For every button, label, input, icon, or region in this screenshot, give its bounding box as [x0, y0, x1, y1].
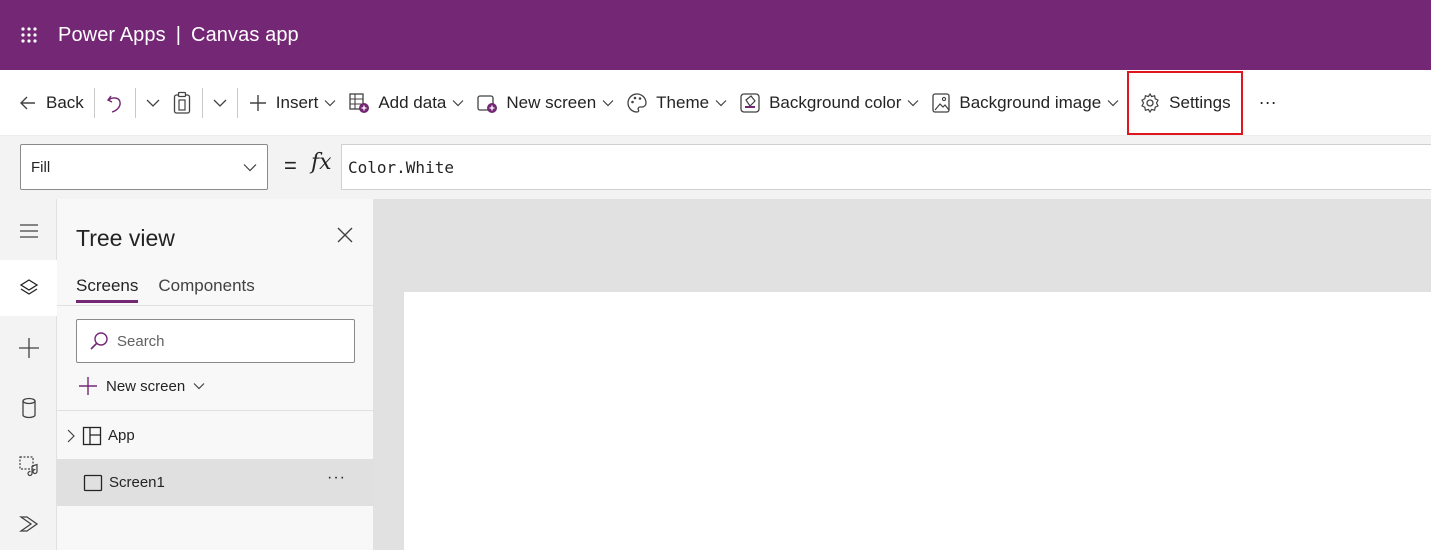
power-automate-rail-button[interactable] — [0, 496, 57, 550]
more-commands-button[interactable]: ··· — [1253, 83, 1283, 123]
equals-sign: = — [284, 153, 297, 178]
app-icon — [82, 426, 102, 445]
app-type: Canvas app — [191, 23, 299, 46]
paint-bucket-icon — [740, 92, 760, 113]
settings-label: Settings — [1169, 92, 1231, 112]
screen-icon — [83, 474, 103, 491]
add-data-button[interactable]: Add data — [342, 83, 470, 123]
tree-new-screen-button[interactable]: New screen — [78, 376, 205, 396]
plus-icon — [79, 377, 97, 395]
undo-button[interactable] — [99, 83, 131, 123]
media-rail-button[interactable] — [0, 438, 57, 494]
background-color-label: Background color — [769, 92, 902, 112]
background-color-button[interactable]: Background color — [733, 83, 925, 123]
tree-view-rail-button[interactable] — [0, 260, 57, 316]
hamburger-menu-button[interactable] — [0, 203, 57, 259]
divider — [134, 87, 136, 118]
chevron-down-icon — [213, 99, 227, 107]
close-tree-view-button[interactable] — [335, 225, 355, 250]
divider — [57, 305, 374, 306]
tree-view-tabs: Screens Components — [76, 276, 255, 303]
add-data-label: Add data — [378, 92, 447, 112]
paste-dropdown-button[interactable] — [207, 83, 233, 123]
chevron-down-icon — [193, 383, 205, 390]
paste-button[interactable] — [166, 83, 198, 123]
canvas-area — [374, 199, 1431, 550]
undo-dropdown-button[interactable] — [140, 83, 166, 123]
divider — [57, 410, 374, 411]
chevron-down-icon — [715, 99, 727, 106]
chevron-right-icon[interactable] — [66, 429, 76, 443]
formula-input[interactable]: Color.White — [341, 144, 1431, 190]
divider — [201, 87, 203, 118]
media-icon — [18, 456, 38, 477]
theme-label: Theme — [656, 92, 710, 112]
data-rail-button[interactable] — [0, 380, 57, 436]
theme-button[interactable]: Theme — [620, 83, 733, 123]
database-icon — [21, 397, 36, 419]
back-label: Back — [46, 92, 84, 112]
divider — [93, 87, 95, 118]
chevron-down-icon — [452, 99, 464, 106]
formula-bar: Fill = fx Color.White — [0, 136, 1431, 199]
screen-more-options-button[interactable]: ··· — [327, 469, 346, 487]
chevron-down-icon — [324, 99, 336, 106]
settings-button[interactable]: Settings — [1127, 70, 1243, 135]
app-launcher-waffle-icon[interactable] — [0, 0, 58, 70]
background-image-label: Background image — [959, 92, 1102, 112]
insert-rail-button[interactable] — [0, 320, 57, 376]
left-rail — [0, 199, 57, 550]
search-input[interactable] — [117, 332, 337, 350]
tree-view-title: Tree view — [76, 225, 175, 251]
undo-icon — [106, 95, 121, 113]
tree-item-app[interactable]: App — [57, 412, 374, 459]
chevron-down-icon — [146, 99, 160, 107]
app-header: Power Apps | Canvas app — [0, 0, 1431, 70]
close-icon — [337, 227, 353, 243]
tree-item-screen1[interactable]: Screen1 ··· — [57, 459, 374, 506]
power-automate-icon — [18, 516, 38, 532]
new-screen-icon — [477, 94, 498, 113]
layers-icon — [19, 279, 38, 295]
canvas-screen[interactable] — [404, 292, 1431, 550]
insert-button[interactable]: Insert — [242, 83, 343, 123]
image-icon — [932, 92, 951, 113]
tree-item-label: Screen1 — [109, 474, 165, 491]
tree-view-panel: Tree view Screens Components New screen … — [57, 199, 374, 550]
chevron-down-icon — [1107, 99, 1119, 106]
product-name: Power Apps — [58, 23, 166, 46]
tab-components[interactable]: Components — [158, 276, 254, 303]
tab-screens[interactable]: Screens — [76, 276, 139, 303]
tree-item-label: App — [108, 427, 135, 444]
divider — [236, 87, 238, 118]
add-data-icon — [349, 92, 370, 113]
background-image-button[interactable]: Background image — [925, 83, 1125, 123]
new-screen-button[interactable]: New screen — [470, 83, 620, 123]
hamburger-icon — [19, 224, 38, 238]
tree-new-screen-label: New screen — [106, 377, 186, 395]
search-icon — [90, 332, 108, 350]
back-button[interactable]: Back — [12, 83, 90, 123]
chevron-down-icon — [243, 163, 257, 171]
tree-search-box[interactable] — [76, 319, 355, 363]
command-bar: Back Insert Add data New screen Theme Ba… — [0, 70, 1431, 136]
palette-icon — [627, 92, 647, 113]
chevron-down-icon — [907, 99, 919, 106]
plus-icon — [249, 94, 266, 111]
property-dropdown[interactable]: Fill — [20, 144, 268, 190]
chevron-down-icon — [602, 99, 614, 106]
gear-icon — [1141, 92, 1159, 113]
new-screen-label: New screen — [506, 92, 597, 112]
property-value: Fill — [31, 158, 51, 176]
fx-icon[interactable]: fx — [311, 150, 332, 175]
insert-label: Insert — [275, 92, 319, 112]
clipboard-icon — [173, 91, 190, 114]
plus-icon — [18, 338, 39, 358]
arrow-left-icon — [20, 96, 35, 109]
title-separator: | — [175, 23, 182, 46]
app-title: Power Apps | Canvas app — [58, 24, 299, 47]
